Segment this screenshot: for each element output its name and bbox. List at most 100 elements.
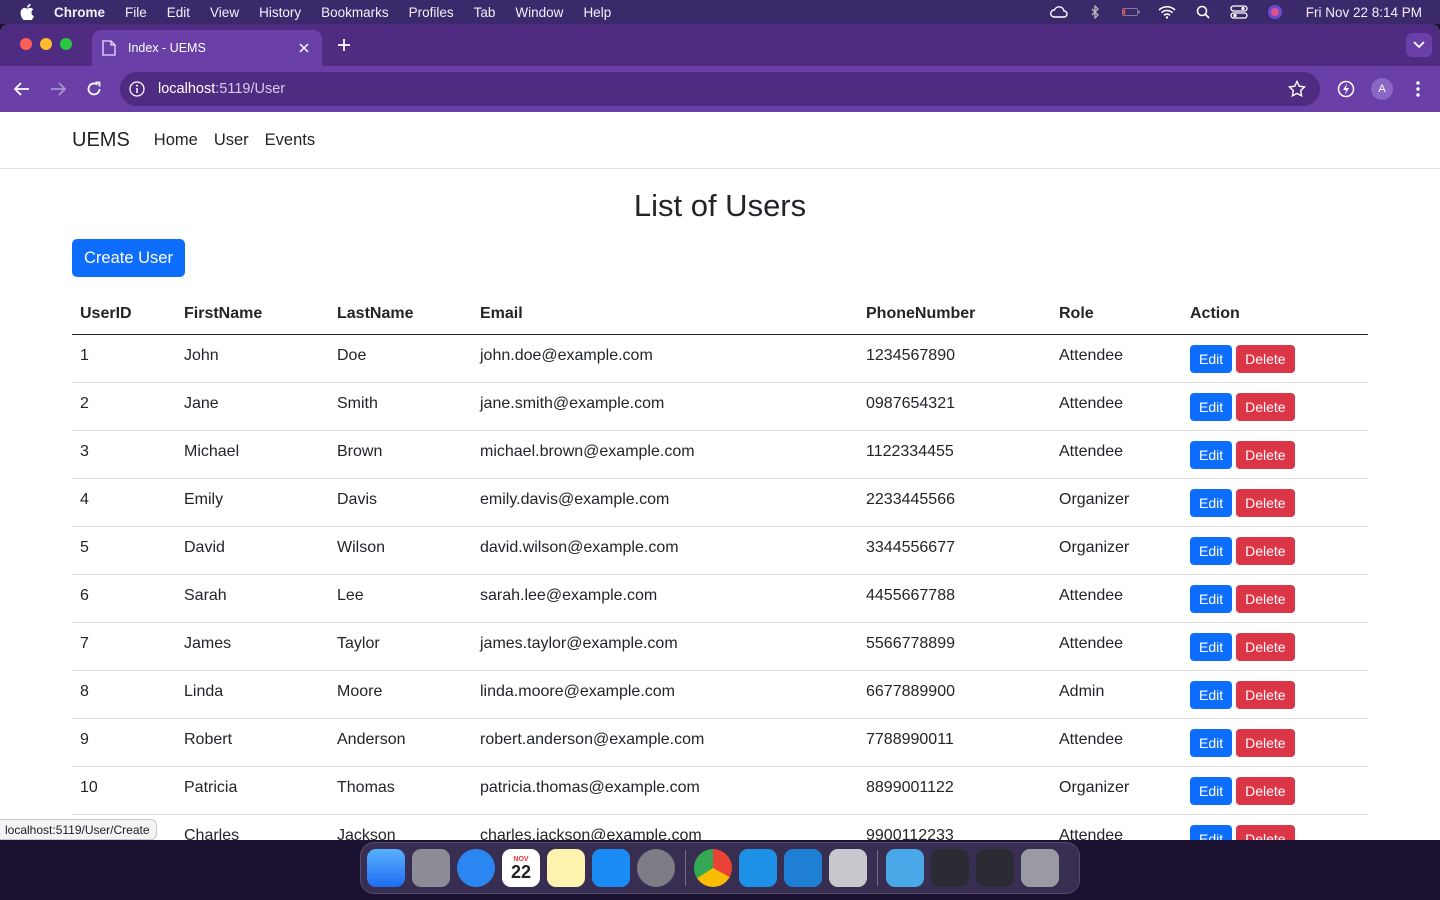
- notes-icon[interactable]: [547, 849, 585, 887]
- cell-role: Attendee: [1051, 622, 1182, 671]
- cell-email: david.wilson@example.com: [472, 526, 858, 575]
- control-center-icon[interactable]: [1230, 5, 1248, 19]
- site-info-icon[interactable]: [129, 80, 147, 98]
- back-arrow-icon[interactable]: [11, 78, 33, 100]
- cell-actions: Edit Delete: [1182, 478, 1368, 527]
- launchpad-icon[interactable]: [412, 849, 450, 887]
- edit-button[interactable]: Edit: [1190, 584, 1233, 613]
- cell-lastname: Anderson: [329, 718, 472, 767]
- cell-role: Attendee: [1051, 382, 1182, 431]
- siri-icon[interactable]: [1266, 5, 1284, 19]
- close-tab-icon[interactable]: [296, 40, 312, 56]
- edit-button[interactable]: Edit: [1190, 776, 1233, 805]
- tab-search-icon[interactable]: [1406, 33, 1432, 57]
- nav-link-user[interactable]: User: [214, 131, 249, 150]
- menu-app-name[interactable]: Chrome: [54, 5, 105, 20]
- menu-profiles[interactable]: Profiles: [409, 5, 454, 20]
- nav-link-home[interactable]: Home: [154, 131, 198, 150]
- docker-icon[interactable]: [739, 849, 777, 887]
- minimized-window-2-icon[interactable]: [976, 849, 1014, 887]
- menu-edit[interactable]: Edit: [167, 5, 190, 20]
- bookmark-star-icon[interactable]: [1288, 80, 1306, 98]
- cell-firstname: Sarah: [176, 574, 329, 623]
- app-store-icon[interactable]: [592, 849, 630, 887]
- delete-button[interactable]: Delete: [1236, 632, 1295, 661]
- edit-button[interactable]: Edit: [1190, 728, 1233, 757]
- cell-role: Attendee: [1051, 718, 1182, 767]
- nav-link-events[interactable]: Events: [265, 131, 315, 150]
- edit-button[interactable]: Edit: [1190, 680, 1233, 709]
- site-brand[interactable]: UEMS: [72, 129, 130, 152]
- delete-button[interactable]: Delete: [1236, 776, 1295, 805]
- apple-icon[interactable]: [20, 4, 36, 20]
- menu-window[interactable]: Window: [515, 5, 563, 20]
- vscode-icon[interactable]: [784, 849, 822, 887]
- cell-actions: Edit Delete: [1182, 334, 1368, 383]
- cell-role: Organizer: [1051, 766, 1182, 815]
- edit-button[interactable]: Edit: [1190, 488, 1233, 517]
- fullscreen-window-button[interactable]: [60, 38, 72, 50]
- menu-tab[interactable]: Tab: [474, 5, 496, 20]
- delete-button[interactable]: Delete: [1236, 344, 1295, 373]
- cell-firstname: Linda: [176, 670, 329, 719]
- edit-button[interactable]: Edit: [1190, 536, 1233, 565]
- downloads-folder-icon[interactable]: [886, 849, 924, 887]
- bluetooth-icon[interactable]: [1086, 5, 1104, 19]
- trash-icon[interactable]: [1021, 849, 1059, 887]
- cell-actions: Edit Delete: [1182, 430, 1368, 479]
- web-page: UEMS Home User Events List of Users Crea…: [0, 112, 1440, 840]
- edit-button[interactable]: Edit: [1190, 824, 1233, 840]
- menu-file[interactable]: File: [125, 5, 147, 20]
- chrome-icon[interactable]: [694, 849, 732, 887]
- cell-phonenumber: 0987654321: [858, 382, 1051, 431]
- edit-button[interactable]: Edit: [1190, 392, 1233, 421]
- profile-avatar[interactable]: A: [1371, 78, 1393, 100]
- cloud-sync-icon[interactable]: [1049, 5, 1068, 19]
- menubar-clock[interactable]: Fri Nov 22 8:14 PM: [1306, 5, 1422, 20]
- new-tab-icon[interactable]: [334, 35, 354, 55]
- cell-actions: Edit Delete: [1182, 766, 1368, 815]
- menu-view[interactable]: View: [210, 5, 239, 20]
- chrome-menu-icon[interactable]: [1408, 79, 1428, 99]
- tab-active[interactable]: Index - UEMS: [92, 30, 322, 66]
- menu-help[interactable]: Help: [583, 5, 611, 20]
- close-window-button[interactable]: [20, 38, 32, 50]
- delete-button[interactable]: Delete: [1236, 824, 1295, 840]
- delete-button[interactable]: Delete: [1236, 440, 1295, 469]
- archive-utility-icon[interactable]: [829, 849, 867, 887]
- cell-actions: Edit Delete: [1182, 718, 1368, 767]
- delete-button[interactable]: Delete: [1236, 584, 1295, 613]
- finder-icon[interactable]: [367, 849, 405, 887]
- spotlight-search-icon[interactable]: [1194, 5, 1212, 19]
- forward-arrow-icon[interactable]: [47, 78, 69, 100]
- delete-button[interactable]: Delete: [1236, 728, 1295, 757]
- cell-email: michael.brown@example.com: [472, 430, 858, 479]
- address-bar[interactable]: localhost:5119/User: [120, 72, 1320, 106]
- table-row: 7 James Taylor james.taylor@example.com 5566…: [72, 622, 1368, 671]
- delete-button[interactable]: Delete: [1236, 392, 1295, 421]
- reload-icon[interactable]: [83, 78, 105, 100]
- delete-button[interactable]: Delete: [1236, 536, 1295, 565]
- menu-bookmarks[interactable]: Bookmarks: [321, 5, 389, 20]
- cell-email: patricia.thomas@example.com: [472, 766, 858, 815]
- minimized-window-icon[interactable]: [931, 849, 969, 887]
- cell-lastname: Lee: [329, 574, 472, 623]
- system-settings-icon[interactable]: [637, 849, 675, 887]
- users-table-body: 1 John Doe john.doe@example.com 1234567890 At…: [72, 334, 1368, 840]
- delete-button[interactable]: Delete: [1236, 680, 1295, 709]
- delete-button[interactable]: Delete: [1236, 488, 1295, 517]
- wifi-icon[interactable]: [1158, 5, 1176, 19]
- url-text[interactable]: localhost:5119/User: [158, 81, 285, 97]
- create-user-button[interactable]: Create User: [72, 239, 185, 277]
- menu-history[interactable]: History: [259, 5, 301, 20]
- battery-icon[interactable]: [1121, 5, 1140, 19]
- edit-button[interactable]: Edit: [1190, 440, 1233, 469]
- edit-button[interactable]: Edit: [1190, 632, 1233, 661]
- calendar-day: 22: [510, 861, 532, 882]
- safari-icon[interactable]: [457, 849, 495, 887]
- calendar-icon[interactable]: NOV 22: [502, 849, 540, 887]
- edit-button[interactable]: Edit: [1190, 344, 1233, 373]
- minimize-window-button[interactable]: [40, 38, 52, 50]
- extensions-icon[interactable]: [1336, 79, 1356, 99]
- table-row: 10 Patricia Thomas patricia.thomas@example.…: [72, 766, 1368, 815]
